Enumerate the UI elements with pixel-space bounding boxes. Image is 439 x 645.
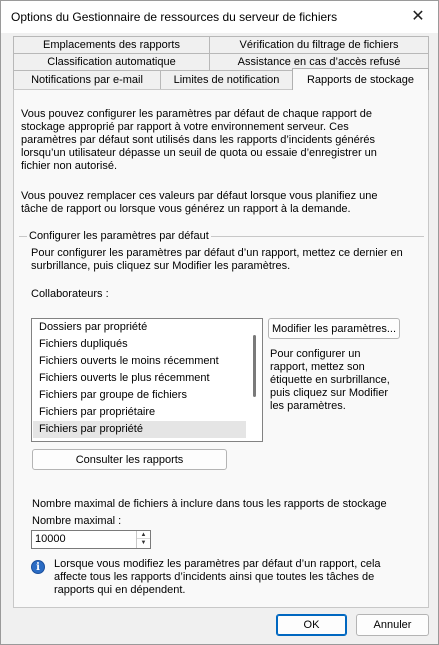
max-files-value[interactable]: 10000 — [35, 533, 66, 545]
close-button[interactable]: ✕ — [398, 1, 438, 31]
tab-label: Assistance en cas d’accès refusé — [237, 56, 401, 68]
tab-label: Emplacements des rapports — [43, 39, 180, 51]
cancel-button[interactable]: Annuler — [356, 614, 429, 636]
button-label: Consulter les rapports — [75, 453, 184, 466]
stepper-buttons: ▲ ▼ — [136, 531, 150, 548]
tab-notification-limits[interactable]: Limites de notification — [160, 70, 293, 89]
text-line: Pour configurer un — [270, 348, 361, 360]
tab-automatic-classification[interactable]: Classification automatique — [13, 53, 210, 70]
list-item[interactable]: Fichiers ouverts le moins récemment — [33, 353, 246, 370]
list-item-selected[interactable]: Fichiers par propriété — [33, 421, 246, 438]
edit-help-text: Pour configurer un rapport, mettez son é… — [270, 348, 390, 413]
text-line: fichier non autorisé. — [21, 160, 117, 172]
intro-paragraph-2: Vous pouvez remplacer ces valeurs par dé… — [21, 190, 378, 216]
stepper-up-icon[interactable]: ▲ — [137, 531, 150, 539]
intro-paragraph-1: Vous pouvez configurer les paramètres pa… — [21, 108, 377, 173]
tab-label: Classification automatique — [47, 56, 176, 68]
edit-parameters-button[interactable]: Modifier les paramètres... — [268, 318, 400, 339]
list-item[interactable]: Dossiers par propriété — [33, 319, 246, 336]
list-item[interactable]: Fichiers dupliqués — [33, 336, 246, 353]
tab-storage-reports[interactable]: Rapports de stockage — [292, 68, 429, 90]
list-scrollbar[interactable] — [253, 335, 256, 397]
tab-label: Limites de notification — [173, 74, 280, 86]
max-value-label: Nombre maximal : — [32, 515, 122, 527]
text-line: les paramètres. — [270, 400, 346, 412]
button-label: Annuler — [373, 619, 412, 631]
list-item[interactable]: Fichiers par propriétaire — [33, 404, 246, 421]
tab-report-locations[interactable]: Emplacements des rapports — [13, 36, 210, 53]
text-line: Vous pouvez remplacer ces valeurs par dé… — [21, 190, 378, 202]
max-files-stepper[interactable]: 10000 ▲ ▼ — [31, 530, 151, 549]
info-icon: i — [31, 560, 45, 574]
max-files-label: Nombre maximal de fichiers à inclure dan… — [32, 498, 387, 510]
text-line: paramètres par défaut sont utilisés dans… — [21, 134, 376, 146]
text-line: rapports qui en dépendent. — [54, 584, 186, 596]
list-item[interactable]: Fichiers ouverts le plus récemment — [33, 370, 246, 387]
group-legend: Configurer les paramètres par défaut — [27, 230, 211, 242]
text-line: lorsqu’un utilisateur dépasse un seuil d… — [21, 147, 377, 159]
list-label: Collaborateurs : — [31, 288, 109, 300]
tab-label: Vérification du filtrage de fichiers — [239, 39, 399, 51]
button-label: OK — [303, 619, 320, 631]
tab-label: Rapports de stockage — [306, 73, 414, 86]
close-icon[interactable]: ✕ — [411, 6, 424, 26]
tab-email-notifications[interactable]: Notifications par e-mail — [13, 70, 161, 89]
text-line: puis cliquez sur Modifier — [270, 387, 388, 399]
text-line: étiquette en surbrillance, — [270, 374, 390, 386]
text-line: Pour configurer les paramètres par défau… — [31, 247, 403, 259]
tab-panel-storage-reports: Vous pouvez configurer les paramètres pa… — [13, 89, 429, 608]
text-line: surbrillance, puis cliquez sur Modifier … — [31, 260, 291, 272]
ok-button[interactable]: OK — [276, 614, 347, 636]
group-instructions: Pour configurer les paramètres par défau… — [31, 247, 403, 273]
view-reports-button[interactable]: Consulter les rapports — [32, 449, 227, 470]
info-text: Lorsque vous modifiez les paramètres par… — [54, 558, 381, 597]
title-bar: Options du Gestionnaire de ressources du… — [1, 1, 438, 33]
list-item[interactable]: Fichiers par groupe de fichiers — [33, 387, 246, 404]
reports-listbox[interactable]: Dossiers par propriété Fichiers dupliqué… — [31, 318, 263, 442]
tab-label: Notifications par e-mail — [31, 74, 143, 86]
text-line: Vous pouvez configurer les paramètres pa… — [21, 108, 373, 120]
text-line: tâche de rapport ou lorsque vous générez… — [21, 203, 351, 215]
text-line: rapport, mettez son — [270, 361, 365, 373]
stepper-down-icon[interactable]: ▼ — [137, 539, 150, 547]
text-line: stockage approprié par rapport à votre e… — [21, 121, 349, 133]
tab-file-screen-audit[interactable]: Vérification du filtrage de fichiers — [209, 36, 429, 53]
text-line: Lorsque vous modifiez les paramètres par… — [54, 558, 381, 570]
options-dialog: Options du Gestionnaire de ressources du… — [0, 0, 439, 645]
button-label: Modifier les paramètres... — [271, 322, 397, 335]
window-title: Options du Gestionnaire de ressources du… — [11, 10, 338, 24]
text-line: affecte tous les rapports d’incidents ai… — [54, 571, 375, 583]
